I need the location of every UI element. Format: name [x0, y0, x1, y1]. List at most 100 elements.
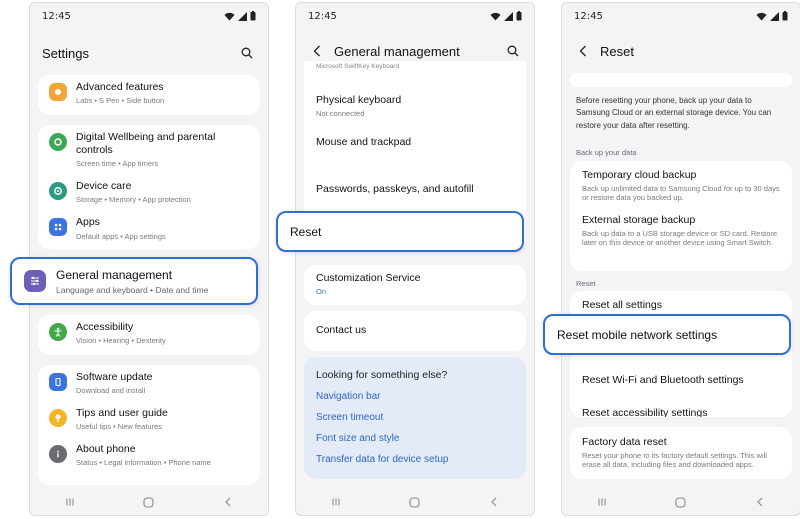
page-title: Settings: [42, 45, 89, 61]
settings-item-accessibility[interactable]: Accessibility Vision • Hearing • Dexterit…: [38, 315, 260, 351]
item-title: Device care: [76, 180, 132, 193]
page-title: General management: [334, 43, 460, 59]
link-font-size[interactable]: Font size and style: [316, 433, 514, 444]
battery-icon: [782, 11, 788, 21]
reset-highlight[interactable]: Reset: [276, 211, 524, 252]
home-icon[interactable]: [400, 492, 430, 512]
link-screen-timeout[interactable]: Screen timeout: [316, 412, 514, 423]
item-title: Tips and user guide: [76, 407, 168, 420]
wifi-icon: [224, 12, 235, 21]
back-icon[interactable]: [745, 492, 775, 512]
settings-group-wellbeing: Digital Wellbeing and parental controls S…: [38, 125, 260, 249]
item-title: Apps: [76, 216, 100, 229]
contact-us-item[interactable]: Contact us: [304, 311, 526, 343]
link-navigation-bar[interactable]: Navigation bar: [316, 391, 514, 402]
highlight-title: Reset mobile network settings: [557, 327, 718, 342]
customization-card: Customization Service On: [304, 265, 526, 305]
home-icon[interactable]: [134, 492, 164, 512]
backup-card: Temporary cloud backup Back up unlimited…: [570, 161, 792, 271]
external-storage-backup-item[interactable]: External storage backup Back up data to …: [570, 208, 792, 253]
device-care-icon: [49, 182, 67, 201]
item-subtitle: Download and install: [76, 386, 146, 396]
item-title: About phone: [76, 443, 136, 456]
settings-item-tips[interactable]: Tips and user guide Useful tips • New fea…: [38, 401, 260, 437]
back-icon[interactable]: [213, 492, 243, 512]
scrolled-item-subtitle: Microsoft SwiftKey Keyboard: [316, 63, 400, 70]
general-management-screen: 12:45 General management Microsoft Swift…: [295, 2, 535, 516]
highlight-title: Reset: [290, 224, 322, 239]
highlight-subtitle: Language and keyboard • Date and time: [56, 284, 209, 295]
link-transfer-data[interactable]: Transfer data for device setup: [316, 454, 514, 465]
search-icon[interactable]: [504, 42, 522, 60]
settings-item-software-update[interactable]: Software update Download and install: [38, 365, 260, 401]
item-title: Reset Wi-Fi and Bluetooth settings: [582, 374, 744, 387]
item-title: Digital Wellbeing and parental controls: [76, 131, 216, 157]
looking-heading: Looking for something else?: [316, 369, 448, 381]
item-subtitle: Screen time • App timers: [76, 159, 159, 169]
reset-wifi-bluetooth-item[interactable]: Reset Wi-Fi and Bluetooth settings: [570, 368, 792, 393]
item-subtitle: Back up data to a USB storage device or …: [582, 229, 778, 248]
search-icon[interactable]: [238, 44, 256, 62]
top-card-edge: [570, 73, 792, 87]
item-title: Software update: [76, 371, 153, 383]
contact-card: Contact us: [304, 311, 526, 351]
settings-item-device-care[interactable]: Device care Storage • Memory • App protec…: [38, 174, 260, 210]
signal-icon: [238, 11, 247, 21]
physical-keyboard-item[interactable]: Physical keyboard Not connected: [304, 88, 526, 124]
recents-icon[interactable]: [321, 492, 351, 512]
reset-accessibility-item[interactable]: Reset accessibility settings: [570, 401, 792, 417]
reset-screen: 12:45 Reset Before resetting your phone,…: [561, 2, 800, 516]
factory-data-reset-item[interactable]: Factory data reset Reset your phone to i…: [570, 427, 792, 475]
looking-for-card: Looking for something else? Navigation b…: [304, 357, 526, 479]
passwords-autofill-item[interactable]: Passwords, passkeys, and autofill: [304, 177, 526, 202]
wifi-icon: [490, 12, 501, 21]
info-icon: [49, 445, 67, 464]
item-title: Physical keyboard: [316, 94, 402, 106]
general-management-highlight[interactable]: General management Language and keyboard…: [10, 257, 258, 305]
item-subtitle: Status • Legal information • Phone name: [76, 458, 211, 468]
mouse-trackpad-item[interactable]: Mouse and trackpad: [304, 130, 526, 155]
status-bar: 12:45: [30, 3, 268, 29]
battery-icon: [250, 11, 256, 21]
back-arrow-icon[interactable]: [308, 42, 326, 60]
star-icon: [49, 83, 67, 101]
navigation-bar: [562, 489, 800, 515]
battery-icon: [516, 11, 522, 21]
wifi-icon: [756, 12, 767, 21]
software-update-icon: [49, 373, 67, 391]
item-title: Reset accessibility settings: [582, 407, 708, 417]
home-icon[interactable]: [666, 492, 696, 512]
item-subtitle: Reset your phone to its factory default …: [582, 451, 767, 470]
item-title: Temporary cloud backup: [582, 169, 697, 181]
accessibility-icon: [49, 323, 67, 341]
status-bar: 12:45: [296, 3, 534, 29]
settings-group-support: Software update Download and install Tips…: [38, 365, 260, 485]
reset-description: Before resetting your phone, back up you…: [576, 96, 772, 130]
back-icon[interactable]: [479, 492, 509, 512]
apps-icon: [49, 218, 67, 237]
item-status: On: [316, 287, 327, 297]
item-subtitle: Default apps • App settings: [76, 231, 166, 241]
item-title: External storage backup: [582, 214, 696, 227]
settings-item-apps[interactable]: Apps Default apps • App settings: [38, 210, 260, 246]
temporary-cloud-backup-item[interactable]: Temporary cloud backup Back up unlimited…: [570, 161, 792, 208]
recents-icon[interactable]: [587, 492, 617, 512]
item-title: Reset all settings: [582, 299, 662, 311]
item-subtitle: Storage • Memory • App protection: [76, 195, 191, 205]
settings-group-advanced: Advanced features Labs • S Pen • Side but…: [38, 75, 260, 115]
item-title: Accessibility: [76, 321, 134, 333]
settings-item-about-phone[interactable]: About phone Status • Legal information • …: [38, 437, 260, 473]
factory-reset-card: Factory data reset Reset your phone to i…: [570, 427, 792, 479]
settings-item-digital-wellbeing[interactable]: Digital Wellbeing and parental controls S…: [38, 125, 260, 174]
back-arrow-icon[interactable]: [574, 42, 592, 60]
recents-icon[interactable]: [55, 492, 85, 512]
reset-mobile-network-highlight[interactable]: Reset mobile network settings: [543, 314, 791, 355]
item-subtitle: Vision • Hearing • Dexterity: [76, 336, 166, 346]
wellbeing-icon: [49, 133, 67, 151]
customization-service-item[interactable]: Customization Service On: [304, 265, 526, 302]
settings-item-advanced-features[interactable]: Advanced features Labs • S Pen • Side but…: [38, 75, 260, 111]
tips-icon: [49, 409, 67, 428]
section-label-backup: Back up your data: [576, 148, 637, 157]
item-title: Passwords, passkeys, and autofill: [316, 183, 474, 196]
highlight-title: General management: [56, 267, 173, 282]
